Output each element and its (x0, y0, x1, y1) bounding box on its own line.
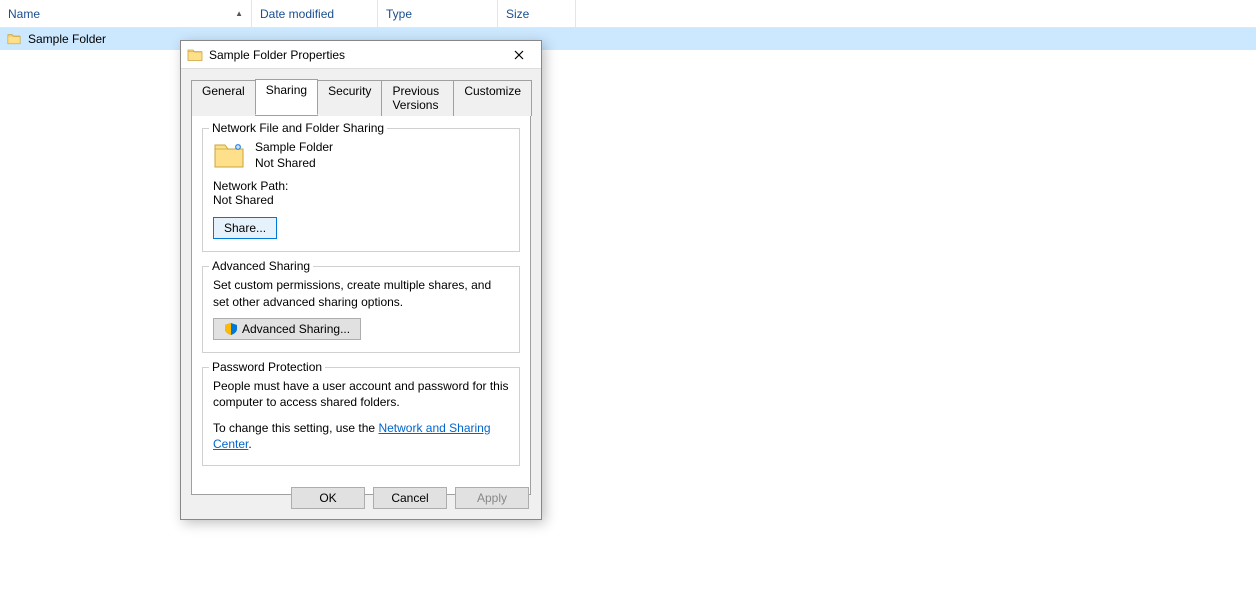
tabs: General Sharing Security Previous Versio… (191, 79, 531, 115)
tab-customize[interactable]: Customize (453, 80, 532, 116)
password-protection-desc: People must have a user account and pass… (213, 378, 509, 410)
column-date-modified[interactable]: Date modified (252, 0, 378, 27)
group-legend: Network File and Folder Sharing (209, 121, 387, 135)
apply-button[interactable]: Apply (455, 487, 529, 509)
group-legend: Password Protection (209, 360, 325, 374)
network-path-value: Not Shared (213, 193, 509, 207)
column-name[interactable]: Name ▲ (0, 0, 252, 27)
tab-panel-sharing: Network File and Folder Sharing Sample F… (191, 115, 531, 495)
sort-ascending-icon: ▲ (235, 9, 243, 18)
group-legend: Advanced Sharing (209, 259, 313, 273)
file-name: Sample Folder (28, 32, 106, 46)
tab-previous-versions[interactable]: Previous Versions (381, 80, 454, 116)
ok-button[interactable]: OK (291, 487, 365, 509)
advanced-sharing-desc: Set custom permissions, create multiple … (213, 277, 509, 309)
shield-icon (224, 322, 238, 336)
column-type[interactable]: Type (378, 0, 498, 27)
password-protection-change: To change this setting, use the Network … (213, 420, 509, 452)
tab-security[interactable]: Security (317, 80, 382, 116)
network-path-label: Network Path: (213, 179, 509, 193)
share-status: Not Shared (255, 155, 333, 171)
group-password-protection: Password Protection People must have a u… (202, 367, 520, 466)
folder-share-icon (213, 139, 245, 171)
cancel-button[interactable]: Cancel (373, 487, 447, 509)
tab-sharing[interactable]: Sharing (255, 79, 318, 115)
tab-general[interactable]: General (191, 80, 256, 116)
close-button[interactable] (499, 42, 539, 68)
share-button[interactable]: Share... (213, 217, 277, 239)
folder-icon (187, 47, 203, 63)
column-name-label: Name (8, 7, 40, 21)
folder-icon (6, 32, 22, 46)
column-size[interactable]: Size (498, 0, 576, 27)
share-folder-name: Sample Folder (255, 139, 333, 155)
properties-dialog: Sample Folder Properties General Sharing… (180, 40, 542, 520)
group-advanced-sharing: Advanced Sharing Set custom permissions,… (202, 266, 520, 352)
column-headers: Name ▲ Date modified Type Size (0, 0, 1256, 28)
group-network-sharing: Network File and Folder Sharing Sample F… (202, 128, 520, 252)
advanced-sharing-button[interactable]: Advanced Sharing... (213, 318, 361, 340)
titlebar[interactable]: Sample Folder Properties (181, 41, 541, 69)
dialog-title: Sample Folder Properties (209, 48, 499, 62)
dialog-buttons: OK Cancel Apply (291, 487, 529, 509)
close-icon (514, 50, 524, 60)
